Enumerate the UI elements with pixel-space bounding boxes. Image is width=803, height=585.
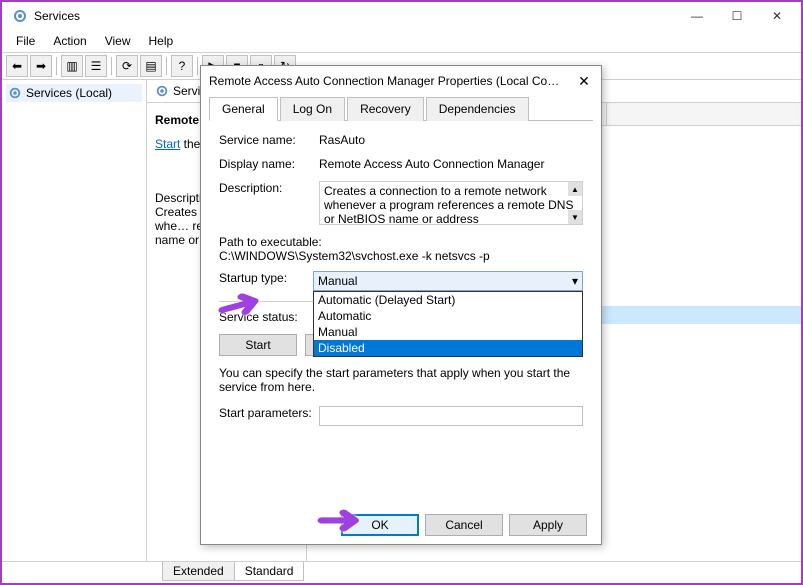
label-service-name: Service name: xyxy=(219,133,319,147)
tree-panel: Services (Local) xyxy=(2,80,147,561)
option-automatic[interactable]: Automatic xyxy=(314,308,582,324)
help-button[interactable]: ? xyxy=(171,55,193,77)
cancel-button[interactable]: Cancel xyxy=(425,514,503,536)
refresh-button[interactable]: ⟳ xyxy=(116,55,138,77)
value-path: C:\WINDOWS\System32\svchost.exe -k netsv… xyxy=(219,249,583,263)
value-description: Creates a connection to a remote network… xyxy=(324,184,573,225)
tree-root-label: Services (Local) xyxy=(26,86,112,100)
menu-file[interactable]: File xyxy=(8,32,43,50)
gear-icon xyxy=(8,86,22,100)
tree-root[interactable]: Services (Local) xyxy=(6,84,142,102)
tab-recovery[interactable]: Recovery xyxy=(347,97,424,121)
forward-button[interactable]: ➡ xyxy=(30,55,52,77)
start-link[interactable]: Start xyxy=(155,137,180,151)
scroll-up-icon[interactable]: ▲ xyxy=(568,182,582,196)
show-hide-button[interactable]: ▥ xyxy=(61,55,83,77)
value-display-name: Remote Access Auto Connection Manager xyxy=(319,157,583,171)
label-startup-type: Startup type: xyxy=(219,271,313,285)
chevron-down-icon: ▾ xyxy=(572,274,578,288)
option-delayed[interactable]: Automatic (Delayed Start) xyxy=(314,292,582,308)
tab-standard[interactable]: Standard xyxy=(234,562,305,581)
menu-action[interactable]: Action xyxy=(45,32,94,50)
option-manual[interactable]: Manual xyxy=(314,324,582,340)
dialog-title: Remote Access Auto Connection Manager Pr… xyxy=(209,74,575,88)
menu-view[interactable]: View xyxy=(97,32,139,50)
tab-extended[interactable]: Extended xyxy=(162,562,235,581)
titlebar: Services — ☐ ✕ xyxy=(2,2,801,30)
label-start-params: Start parameters: xyxy=(219,406,319,420)
window-title: Services xyxy=(34,9,677,23)
close-button[interactable]: ✕ xyxy=(757,2,797,30)
tab-dependencies[interactable]: Dependencies xyxy=(426,97,529,121)
value-service-name: RasAuto xyxy=(319,133,583,147)
hint-text: You can specify the start parameters tha… xyxy=(219,366,583,394)
startup-selected: Manual xyxy=(318,274,357,288)
back-button[interactable]: ⬅ xyxy=(6,55,28,77)
gear-icon xyxy=(155,84,169,98)
properties-button[interactable]: ☰ xyxy=(85,55,107,77)
label-service-status: Service status: xyxy=(219,310,319,324)
menu-help[interactable]: Help xyxy=(141,32,182,50)
maximize-button[interactable]: ☐ xyxy=(717,2,757,30)
services-icon xyxy=(12,8,28,24)
tab-logon[interactable]: Log On xyxy=(280,97,345,121)
menubar: File Action View Help xyxy=(2,30,801,52)
start-params-input[interactable] xyxy=(319,406,583,426)
minimize-button[interactable]: — xyxy=(677,2,717,30)
scroll-down-icon[interactable]: ▼ xyxy=(568,210,582,224)
label-display-name: Display name: xyxy=(219,157,319,171)
dialog-close-button[interactable]: ✕ xyxy=(575,72,593,90)
view-tabs: Extended Standard xyxy=(2,561,801,581)
ok-button[interactable]: OK xyxy=(341,514,419,536)
export-button[interactable]: ▤ xyxy=(140,55,162,77)
start-button[interactable]: Start xyxy=(219,334,297,356)
label-description: Description: xyxy=(219,181,319,195)
label-path: Path to executable: xyxy=(219,235,583,249)
apply-button[interactable]: Apply xyxy=(509,514,587,536)
option-disabled[interactable]: Disabled xyxy=(314,340,582,356)
description-box: Creates a connection to a remote network… xyxy=(319,181,583,225)
tab-general[interactable]: General xyxy=(209,97,278,121)
startup-dropdown-list: Automatic (Delayed Start) Automatic Manu… xyxy=(313,291,583,357)
properties-dialog: Remote Access Auto Connection Manager Pr… xyxy=(200,65,602,545)
startup-type-combo[interactable]: Manual ▾ xyxy=(313,271,583,291)
